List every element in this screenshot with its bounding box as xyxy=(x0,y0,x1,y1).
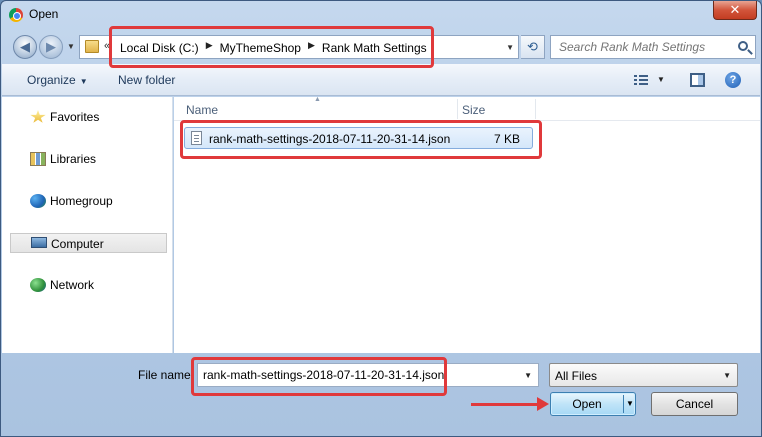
view-options-dropdown[interactable]: ▼ xyxy=(657,75,665,84)
filename-highlight-box xyxy=(191,357,447,396)
search-icon[interactable] xyxy=(738,41,748,51)
search-box[interactable] xyxy=(550,35,756,59)
organize-button[interactable]: Organize ▼ xyxy=(27,73,88,87)
pointer-arrow-icon xyxy=(537,397,549,411)
star-icon xyxy=(30,110,46,123)
open-button-label: Open xyxy=(572,397,602,411)
libraries-icon xyxy=(30,152,46,166)
refresh-button[interactable]: ⟲ xyxy=(521,35,545,59)
file-type-select[interactable]: All Files ▼ xyxy=(549,363,738,387)
open-options-dropdown-icon[interactable]: ▼ xyxy=(626,393,634,415)
sidebar-item-network[interactable]: Network xyxy=(10,275,167,295)
help-icon[interactable]: ? xyxy=(725,72,741,88)
preview-pane-icon[interactable] xyxy=(690,73,705,87)
search-input[interactable] xyxy=(551,36,731,58)
column-header-row: Name ▲ Size xyxy=(174,96,760,121)
organize-label: Organize xyxy=(27,73,76,87)
sidebar-item-label: Homegroup xyxy=(50,194,113,208)
computer-icon xyxy=(31,237,47,248)
new-folder-button[interactable]: New folder xyxy=(118,73,175,87)
column-divider[interactable] xyxy=(535,99,536,119)
split-divider xyxy=(623,395,624,413)
recent-locations-dropdown[interactable]: ▼ xyxy=(67,42,75,51)
column-divider[interactable] xyxy=(457,99,458,119)
sidebar-item-favorites[interactable]: Favorites xyxy=(10,107,167,127)
sidebar-item-label: Computer xyxy=(51,237,104,251)
command-bar: Organize ▼ New folder ▼ ? xyxy=(2,64,760,96)
file-highlight-box xyxy=(180,120,542,159)
sidebar-item-label: Libraries xyxy=(50,152,97,166)
folder-icon xyxy=(85,40,99,53)
open-dialog: Open ✕ ◀ ▶ ▼ « Local Disk (C:) ▶ MyTheme… xyxy=(0,0,762,437)
file-name-label: File name: xyxy=(138,368,195,382)
close-button[interactable]: ✕ xyxy=(713,1,757,20)
network-icon xyxy=(30,278,46,292)
column-header-name[interactable]: Name xyxy=(186,103,218,117)
chevron-down-icon: ▼ xyxy=(79,77,88,86)
homegroup-icon xyxy=(30,194,46,208)
chrome-icon xyxy=(9,8,23,22)
cancel-button[interactable]: Cancel xyxy=(651,392,738,416)
sidebar-item-homegroup[interactable]: Homegroup xyxy=(10,191,167,211)
sidebar-item-libraries[interactable]: Libraries xyxy=(10,149,167,169)
sidebar-item-label: Favorites xyxy=(50,110,100,124)
sort-ascending-icon: ▲ xyxy=(314,96,321,103)
file-type-value: All Files xyxy=(555,369,598,383)
address-dropdown-icon[interactable]: ▼ xyxy=(506,43,514,52)
title-bar: Open ✕ xyxy=(1,1,761,29)
sidebar-item-computer[interactable]: Computer xyxy=(10,233,167,253)
navigation-pane: Favorites Libraries Homegroup Computer N… xyxy=(2,97,173,353)
window-title: Open xyxy=(29,7,59,21)
chevron-down-icon: ▼ xyxy=(723,371,731,380)
address-highlight-box xyxy=(109,26,434,68)
column-header-size[interactable]: Size xyxy=(462,103,485,117)
chevron-down-icon[interactable]: ▼ xyxy=(524,371,532,380)
sidebar-item-label: Network xyxy=(50,278,95,292)
forward-button[interactable]: ▶ xyxy=(39,35,63,59)
back-button[interactable]: ◀ xyxy=(13,35,37,59)
open-button[interactable]: Open ▼ xyxy=(550,392,636,416)
pointer-arrow-line xyxy=(471,403,541,406)
change-view-icon[interactable] xyxy=(634,74,648,86)
